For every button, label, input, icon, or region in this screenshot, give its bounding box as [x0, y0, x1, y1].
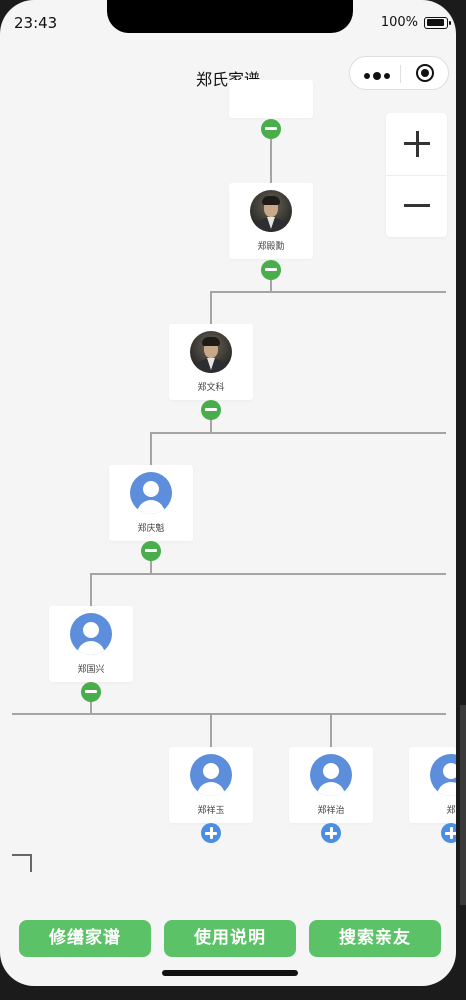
member-name: 郑祥玉: [197, 806, 225, 816]
status-time: 23:43: [14, 14, 58, 32]
expand-button[interactable]: [201, 823, 221, 843]
notch: [107, 0, 353, 33]
battery-percent: 100%: [380, 15, 418, 30]
minus-icon: [404, 204, 430, 207]
default-avatar-icon: [430, 754, 456, 796]
edit-genealogy-button[interactable]: 修缮家谱: [19, 920, 151, 957]
connector-line: [210, 291, 212, 325]
connector-line: [90, 573, 446, 575]
connector-line: [210, 291, 446, 293]
default-avatar-icon: [70, 613, 112, 655]
expand-button-partial[interactable]: [441, 823, 456, 843]
collapse-button[interactable]: [261, 260, 281, 280]
member-name: 郑国兴: [77, 665, 105, 675]
expand-button[interactable]: [321, 823, 341, 843]
member-card[interactable]: 郑文科: [169, 324, 253, 400]
connector-line: [270, 134, 272, 184]
home-indicator[interactable]: [162, 970, 298, 976]
avatar-photo: [190, 331, 232, 373]
collapse-button[interactable]: [81, 682, 101, 702]
member-name: 郑祥治: [317, 806, 345, 816]
phone-screen: 23:43 100% 郑氏家谱 郑殿勳 郑文科 郑庆魁 郑国兴 郑祥玉 郑祥治 …: [0, 0, 456, 986]
default-avatar-icon: [130, 472, 172, 514]
collapse-button[interactable]: [261, 119, 281, 139]
member-card-partial[interactable]: [229, 80, 313, 118]
collapse-button[interactable]: [201, 400, 221, 420]
default-avatar-icon: [190, 754, 232, 796]
scrollbar-edge: [460, 705, 466, 905]
connector-line: [12, 713, 446, 715]
member-name: 郑庆魁: [137, 524, 165, 534]
member-card[interactable]: 郑祥玉: [169, 747, 253, 823]
miniprogram-capsule[interactable]: [349, 56, 449, 90]
more-icon[interactable]: [364, 72, 390, 80]
canvas-corner-mark: [12, 854, 32, 872]
member-card-partial[interactable]: 郑: [409, 747, 456, 823]
member-card[interactable]: 郑庆魁: [109, 465, 193, 541]
member-card[interactable]: 郑祥治: [289, 747, 373, 823]
connector-line: [90, 573, 92, 607]
zoom-in-button[interactable]: [386, 113, 447, 175]
status-battery: 100%: [380, 15, 451, 30]
battery-icon: [424, 16, 451, 29]
connector-line: [150, 432, 152, 466]
zoom-out-button[interactable]: [386, 176, 447, 238]
member-name: 郑文科: [197, 383, 225, 393]
member-name: 郑殿勳: [257, 242, 285, 252]
member-card[interactable]: 郑殿勳: [229, 183, 313, 259]
connector-line: [210, 713, 212, 747]
member-name: 郑: [446, 806, 456, 816]
connector-line: [150, 432, 446, 434]
avatar-photo: [250, 190, 292, 232]
capsule-divider: [400, 65, 401, 83]
close-miniprogram-icon[interactable]: [416, 64, 434, 82]
member-card[interactable]: 郑国兴: [49, 606, 133, 682]
collapse-button[interactable]: [141, 541, 161, 561]
help-button[interactable]: 使用说明: [164, 920, 296, 957]
search-relatives-button[interactable]: 搜索亲友: [309, 920, 441, 957]
default-avatar-icon: [310, 754, 352, 796]
zoom-controls: [386, 113, 447, 237]
connector-line: [330, 713, 332, 747]
